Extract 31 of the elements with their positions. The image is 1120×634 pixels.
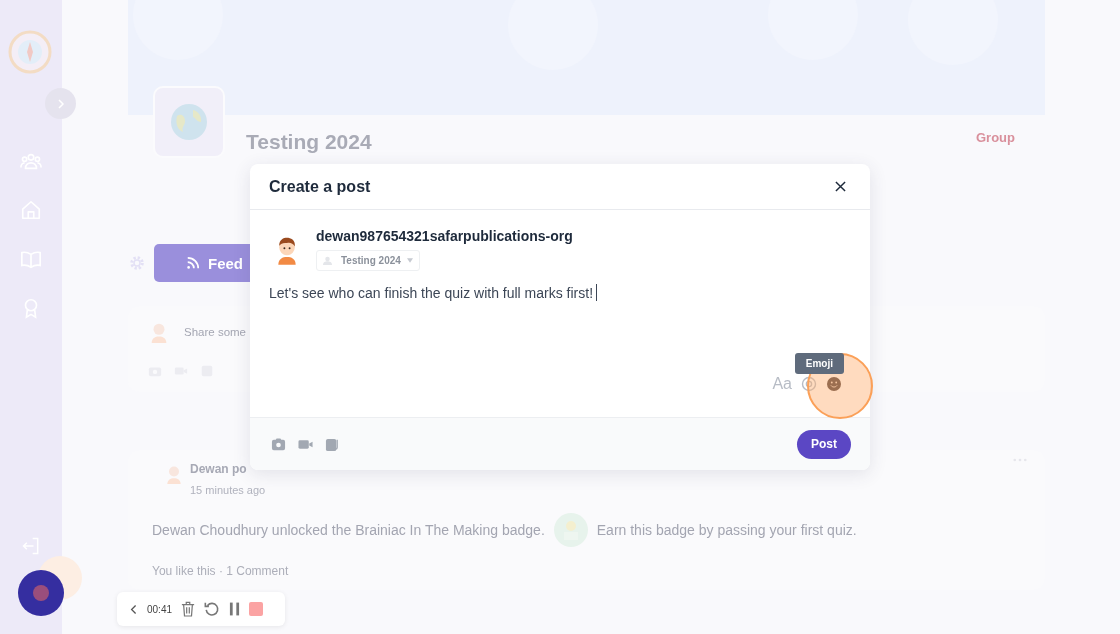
group-title: Testing 2024: [246, 130, 372, 154]
mention-icon[interactable]: [801, 376, 817, 392]
reaction-summary: You like this · 1 Comment: [152, 564, 290, 578]
restart-icon[interactable]: [204, 601, 221, 617]
stop-icon[interactable]: [249, 602, 264, 616]
post-author: Dewan po: [190, 462, 248, 476]
post-text-field[interactable]: Let's see who can finish the quiz with full marks first!: [269, 284, 851, 301]
badge-icon: [552, 512, 589, 548]
globe-icon: [169, 102, 209, 142]
settings-icon[interactable]: [128, 254, 146, 272]
recording-time: 00:41: [147, 603, 173, 615]
caret-icon: [406, 258, 413, 263]
username: dewan987654321safarpublications-org: [316, 228, 573, 244]
pause-icon[interactable]: [229, 602, 241, 616]
camera-icon[interactable]: [271, 436, 286, 452]
rss-icon: [186, 256, 200, 270]
group-type-label: Group: [976, 130, 1015, 145]
back-icon[interactable]: [130, 603, 138, 615]
logo-icon: [8, 30, 52, 74]
badge-description: Earn this badge by passing your first quiz.: [596, 522, 857, 538]
dialog-title: Create a post: [269, 177, 371, 196]
post-time: 15 minutes ago: [190, 484, 266, 496]
post-message: Dewan Choudhury unlocked the Brainiac In The Making badge.: [152, 522, 545, 538]
close-button[interactable]: [833, 179, 848, 194]
emoji-tooltip: Emoji: [794, 353, 844, 374]
expand-button[interactable]: [45, 88, 76, 119]
share-field[interactable]: Share some: [184, 326, 384, 338]
emoji-icon[interactable]: [826, 376, 842, 392]
chevron-right-icon: [55, 98, 66, 109]
post-button[interactable]: Post: [797, 429, 851, 459]
trash-icon[interactable]: [181, 601, 196, 617]
